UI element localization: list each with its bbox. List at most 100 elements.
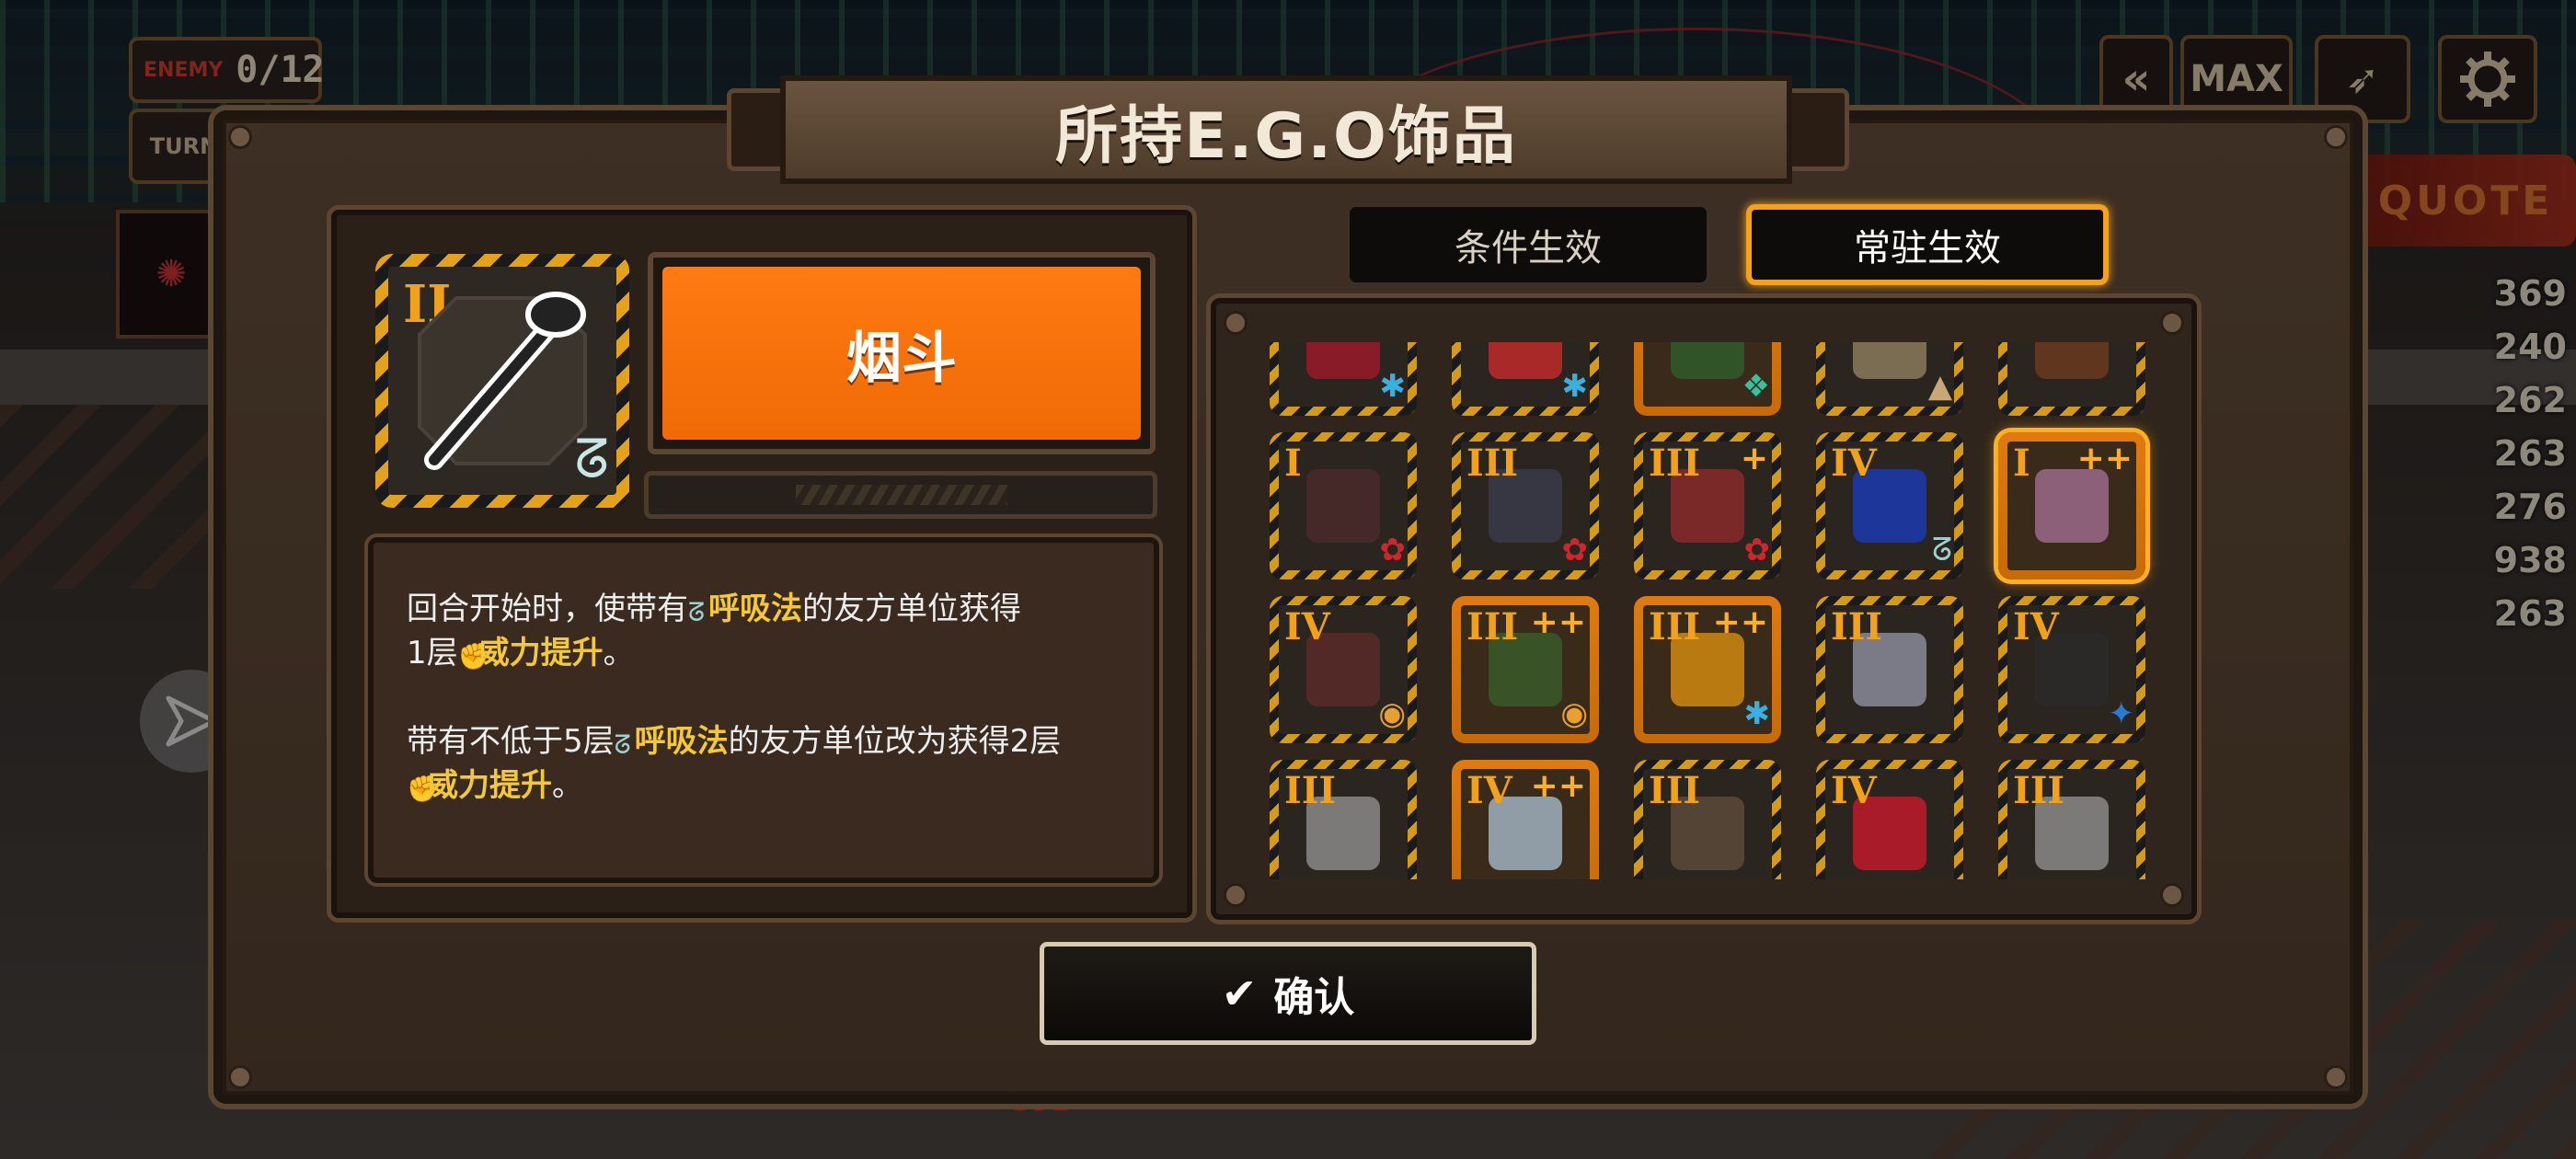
desc-text: 。: [552, 767, 583, 804]
panel-bolt: [2160, 311, 2184, 335]
selected-gift-icon: II ᘔ: [375, 254, 629, 508]
gift-rank: III: [1466, 442, 1519, 485]
gift-slot[interactable]: I ++: [1998, 432, 2145, 580]
gift-grid-panel[interactable]: II✱II✱II++❖IV▲III✿III✿III+✿IVᘔI++IV◉III+…: [1211, 298, 2197, 920]
gift-slot[interactable]: III ✿: [1452, 432, 1599, 580]
panel-bolt: [2160, 883, 2184, 907]
panel-bolt: [228, 125, 252, 149]
gift-rank: III: [1284, 769, 1337, 812]
panel-bolt: [228, 1065, 252, 1089]
gift-art: [1853, 342, 1926, 379]
gift-rank: I: [1284, 442, 1302, 485]
panel-bolt: [2324, 125, 2348, 149]
keyword-power-up[interactable]: 威力提升: [427, 767, 552, 804]
gift-affinity-icon: ◉: [1378, 695, 1406, 732]
gift-affinity-icon: ✱: [1561, 368, 1589, 405]
gift-rank: III: [1831, 605, 1883, 648]
gift-rank: III: [1649, 605, 1701, 648]
gift-rank: III: [1466, 605, 1519, 648]
gift-rank: III: [1649, 769, 1701, 812]
gift-affinity-icon: ✱: [1379, 368, 1407, 405]
title-cap-right: [1785, 88, 1849, 171]
gift-slot[interactable]: III: [1270, 760, 1417, 879]
gift-slot[interactable]: III: [1634, 760, 1781, 879]
gift-affinity-icon: ✿: [1743, 532, 1771, 568]
breath-icon: ᘔ: [614, 729, 631, 760]
desc-line-1: 回合开始时，使带有ᘔ 呼吸法的友方单位获得: [407, 587, 1121, 631]
gift-affinity-icon: ✦: [2108, 695, 2135, 732]
gift-affinity-icon: ✱: [1743, 695, 1771, 732]
gift-affinity-icon: ᘔ: [1932, 532, 1952, 568]
gift-slot[interactable]: II: [1998, 342, 2145, 416]
gift-upgrade-level: +: [1740, 440, 1768, 477]
gift-art: [1671, 342, 1744, 379]
gift-rank: I: [2013, 442, 2030, 485]
gift-slot[interactable]: IV ᘔ: [1816, 432, 1963, 580]
desc-text: 的友方单位改为获得2层: [728, 723, 1062, 760]
gift-name: 烟斗: [662, 267, 1141, 440]
gift-slot[interactable]: III ++ ◉: [1452, 596, 1599, 743]
gift-slot[interactable]: IV ✦: [1998, 596, 2145, 743]
panel-bolt: [1224, 311, 1248, 335]
gift-art: [1306, 469, 1380, 543]
gift-slot[interactable]: III: [1816, 596, 1963, 743]
gift-rank: IV: [2013, 605, 2059, 648]
gift-slot[interactable]: II++❖: [1634, 342, 1781, 416]
gift-upgrade-level: ++: [2076, 440, 2133, 477]
panel-bolt: [1224, 883, 1248, 907]
desc-text: 回合开始时，使带有: [407, 591, 688, 627]
gift-art: [2035, 469, 2109, 543]
gift-affinity-icon: ◉: [1560, 695, 1588, 732]
tab-permanent[interactable]: 常驻生效: [1746, 204, 2109, 285]
gift-slot[interactable]: II✱: [1270, 342, 1417, 416]
gift-slot[interactable]: IV ++: [1452, 760, 1599, 879]
panel-bolt: [2324, 1065, 2348, 1089]
dialog-title: 所持E.G.O饰品: [780, 75, 1792, 184]
gift-name-box: 烟斗: [648, 252, 1156, 454]
power-up-icon: ✊: [407, 774, 439, 804]
gift-upgrade-level: ++: [1712, 603, 1768, 641]
gift-art: [2035, 342, 2109, 379]
checkmark-icon: ✔: [1221, 969, 1258, 1018]
gift-upgrade-level: ++: [1530, 767, 1586, 805]
gift-rank: IV: [1466, 769, 1512, 812]
gift-art: [1306, 342, 1380, 379]
gift-slot[interactable]: III ++ ✱: [1634, 596, 1781, 743]
power-up-icon: ✊: [457, 641, 490, 671]
gift-affinity-icon: ✿: [1561, 532, 1589, 568]
breath-icon: ᘔ: [574, 428, 609, 490]
gift-art: [1489, 342, 1562, 379]
gift-grid[interactable]: II✱II✱II++❖IV▲III✿III✿III+✿IVᘔI++IV◉III+…: [1268, 342, 2169, 879]
gift-slot[interactable]: III + ✿: [1634, 432, 1781, 580]
confirm-label: 确认: [1273, 974, 1355, 1021]
desc-text: 的友方单位获得: [802, 591, 1021, 627]
gift-upgrade-level: ++: [1530, 603, 1586, 641]
tab-conditional[interactable]: 条件生效: [1347, 204, 1709, 285]
gift-affinity-icon: ✿: [1379, 532, 1407, 568]
keyword-power-up[interactable]: 威力提升: [478, 635, 604, 671]
gift-affinity-icon: ❖: [1742, 368, 1770, 405]
gift-slot[interactable]: II✱: [1452, 342, 1599, 416]
gift-slot[interactable]: I ✿: [1270, 432, 1417, 580]
gift-slot[interactable]: IV ◉: [1270, 596, 1417, 743]
keyword-breath[interactable]: 呼吸法: [635, 723, 729, 760]
desc-line-2: 1层✊威力提升。: [407, 631, 1121, 675]
breath-icon: ᘔ: [688, 597, 706, 627]
gift-rank: III: [2013, 769, 2065, 812]
desc-text: 1层: [407, 635, 458, 671]
desc-text: 带有不低于5层: [407, 723, 615, 760]
desc-line-3: 带有不低于5层ᘔ 呼吸法的友方单位改为获得2层: [407, 719, 1121, 763]
gift-rank: III: [1649, 442, 1701, 485]
gift-slot[interactable]: IV▲: [1816, 342, 1963, 416]
gift-rank: IV: [1284, 605, 1330, 648]
confirm-button[interactable]: ✔ 确认: [1040, 942, 1536, 1045]
gift-slot[interactable]: IV: [1816, 760, 1963, 879]
slot-bar-hatch: [796, 485, 1007, 505]
gift-slot[interactable]: III: [1998, 760, 2145, 879]
gift-affinity-icon: ▲: [1927, 368, 1952, 405]
desc-line-4: ✊威力提升。: [407, 763, 1121, 808]
keyword-breath[interactable]: 呼吸法: [708, 591, 802, 627]
gift-rank: IV: [1831, 769, 1877, 812]
desc-text: 。: [603, 635, 635, 671]
gift-slot-bar: [644, 471, 1157, 519]
